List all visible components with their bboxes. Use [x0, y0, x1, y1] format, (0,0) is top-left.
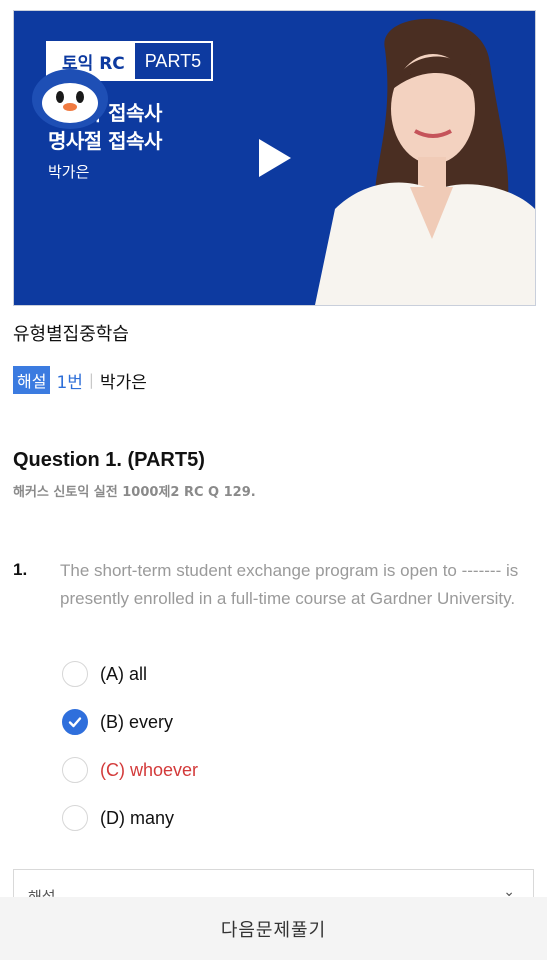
question-source: 해커스 신토익 실전 1000제2 RC Q 129.: [13, 485, 256, 500]
option-d-label: (D) many: [100, 807, 175, 828]
explanation-tag[interactable]: 해설: [13, 366, 51, 394]
radio-unchecked-icon[interactable]: [62, 757, 88, 783]
option-a-label: (A) all: [100, 663, 148, 684]
option-a[interactable]: (A) all: [62, 661, 147, 687]
radio-unchecked-icon[interactable]: [62, 805, 88, 831]
question-title: Question 1. (PART5): [13, 449, 205, 471]
option-d[interactable]: (D) many: [62, 805, 174, 831]
lecture-video-thumbnail[interactable]: 토익 RC PART5 명사와 접속사 명사절 접속사 박가은: [13, 10, 536, 306]
radio-unchecked-icon[interactable]: [62, 661, 88, 687]
question-text: The short-term student exchange program …: [60, 561, 519, 608]
video-instructor: 박가은: [48, 163, 90, 181]
lecture-meta: 해설 1번 | 박가은: [13, 366, 147, 394]
question-index: 1.: [13, 560, 28, 579]
meta-separator: |: [88, 371, 94, 389]
instructor-name: 박가은: [99, 372, 147, 393]
video-title-line-2: 명사절 접속사: [48, 129, 162, 153]
option-c-label: (C) whoever: [100, 759, 199, 780]
penguin-mascot-icon: [32, 69, 108, 129]
next-question-label: 다음문제풀기: [220, 919, 327, 941]
option-b-label: (B) every: [100, 711, 174, 732]
option-c[interactable]: (C) whoever: [62, 757, 198, 783]
next-question-button[interactable]: 다음문제풀기: [0, 897, 547, 960]
badge-part: PART5: [144, 50, 202, 71]
instructor-photo: [315, 18, 535, 305]
play-icon[interactable]: [259, 139, 291, 177]
option-b[interactable]: (B) every: [62, 709, 173, 735]
question-number-label: 1번: [56, 372, 83, 393]
radio-checked-icon[interactable]: [62, 709, 88, 735]
checkmark-icon: [68, 717, 82, 728]
section-title: 유형별집중학습: [13, 324, 129, 345]
